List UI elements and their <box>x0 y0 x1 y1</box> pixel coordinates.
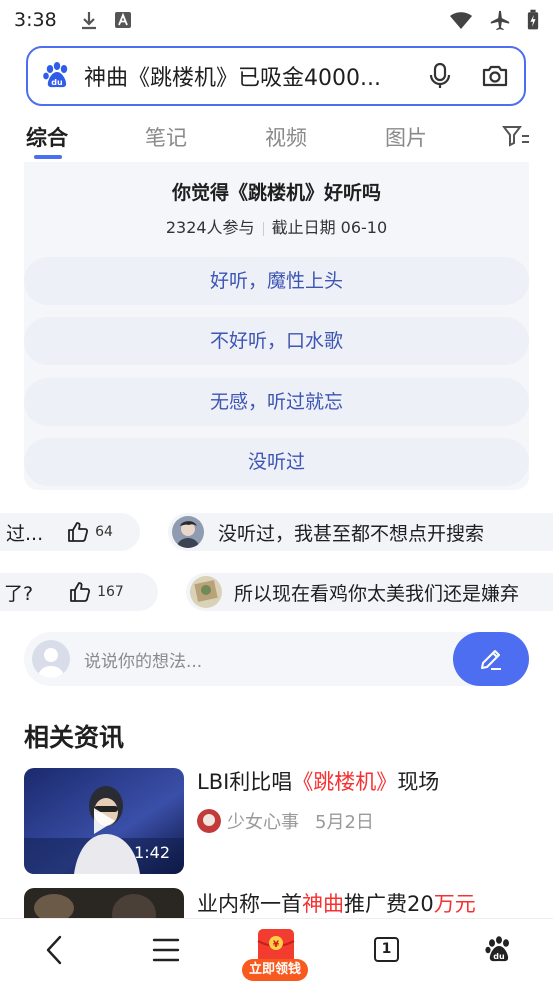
write-comment-button[interactable] <box>453 632 529 686</box>
user-avatar <box>172 516 204 548</box>
source-avatar <box>197 809 221 833</box>
search-query[interactable]: 神曲《跳楼机》已吸金4000... <box>84 60 414 92</box>
play-icon[interactable] <box>91 806 117 836</box>
poll-option[interactable]: 无感，听过就忘 <box>24 378 529 426</box>
news-thumbnail-image <box>24 888 184 918</box>
tab-count-button[interactable]: 1 <box>374 937 399 962</box>
svg-text:du: du <box>51 78 63 87</box>
tab-notes[interactable]: 笔记 <box>145 122 187 152</box>
wifi-icon <box>450 12 472 29</box>
poll-option[interactable]: 好听，魔性上头 <box>24 257 529 305</box>
news-meta: 少女心事 5月2日 <box>197 808 374 834</box>
svg-text:¥: ¥ <box>273 940 280 950</box>
poll-title: 你觉得《跳楼机》好听吗 <box>171 182 381 204</box>
danmaku-comment[interactable]: 了? 167 <box>0 573 158 611</box>
active-tab-indicator <box>34 155 62 159</box>
danmaku-text: 所以现在看鸡你太美我们还是嫌弃 <box>234 582 520 605</box>
danmaku-like[interactable]: 64 <box>67 521 113 543</box>
comment-input[interactable]: 说说你的想法... <box>24 632 529 686</box>
poll-deadline: 截止日期 06-10 <box>271 218 388 237</box>
bottom-navigation: ¥ 立即领钱 1 du <box>0 918 553 983</box>
user-avatar <box>190 576 222 608</box>
baidu-paw-logo-icon: du <box>43 62 68 88</box>
danmaku-text: 过... <box>6 522 44 545</box>
tab-all[interactable]: 综合 <box>26 122 68 152</box>
status-bar: 3:38 <box>0 0 553 40</box>
danmaku-like[interactable]: 167 <box>69 581 124 603</box>
danmaku-text: 了? <box>4 582 34 605</box>
svg-text:du: du <box>493 952 505 961</box>
camera-icon[interactable] <box>480 61 510 91</box>
tab-video[interactable]: 视频 <box>265 122 307 152</box>
poll-card: 你觉得《跳楼机》好听吗 2324人参与 截止日期 06-10 好听，魔性上头 不好… <box>24 162 529 490</box>
search-box[interactable]: du 神曲《跳楼机》已吸金4000... <box>26 46 526 106</box>
thumbs-up-icon <box>70 582 91 602</box>
news-source: 少女心事 <box>227 812 299 833</box>
hongbao-label[interactable]: 立即领钱 <box>242 959 308 981</box>
poll-participants: 2324人参与 <box>165 218 255 237</box>
baidu-home-icon[interactable]: du <box>484 935 514 965</box>
airplane-icon <box>490 10 510 31</box>
battery-icon <box>527 9 539 30</box>
status-time: 3:38 <box>14 9 57 31</box>
news-title[interactable]: 业内称一首神曲推广费20万元 <box>197 888 476 918</box>
danmaku-like-count: 64 <box>95 524 113 540</box>
my-avatar <box>32 640 70 678</box>
poll-meta: 2324人参与 截止日期 06-10 <box>24 214 529 238</box>
menu-icon[interactable] <box>152 937 180 963</box>
back-icon[interactable] <box>42 933 66 967</box>
danmaku-like-count: 167 <box>97 584 124 600</box>
filter-icon[interactable] <box>502 124 530 148</box>
poll-option[interactable]: 没听过 <box>24 438 529 486</box>
danmaku-text: 没听过，我甚至都不想点开搜索 <box>218 522 485 545</box>
thumbs-up-icon <box>68 522 89 542</box>
tab-images[interactable]: 图片 <box>385 122 427 152</box>
download-icon <box>81 12 96 30</box>
danmaku-comment[interactable]: 过... 64 <box>0 513 140 551</box>
news-thumbnail[interactable] <box>24 888 184 918</box>
result-tabs: 综合 笔记 视频 图片 <box>0 112 553 162</box>
news-date: 5月2日 <box>315 812 374 833</box>
font-icon <box>114 12 131 28</box>
news-title[interactable]: LBI利比唱《跳楼机》现场 <box>197 766 439 796</box>
pencil-icon <box>481 650 501 670</box>
comment-placeholder[interactable]: 说说你的想法... <box>84 647 202 672</box>
danmaku-comment[interactable]: 没听过，我甚至都不想点开搜索 <box>168 513 553 551</box>
news-thumbnail[interactable]: 1:42 <box>24 768 184 874</box>
danmaku-comment[interactable]: 所以现在看鸡你太美我们还是嫌弃 <box>186 573 553 611</box>
video-duration: 1:42 <box>134 843 170 862</box>
related-news-title: 相关资讯 <box>24 723 125 752</box>
poll-option[interactable]: 不好听，口水歌 <box>24 317 529 365</box>
microphone-icon[interactable] <box>426 62 454 90</box>
